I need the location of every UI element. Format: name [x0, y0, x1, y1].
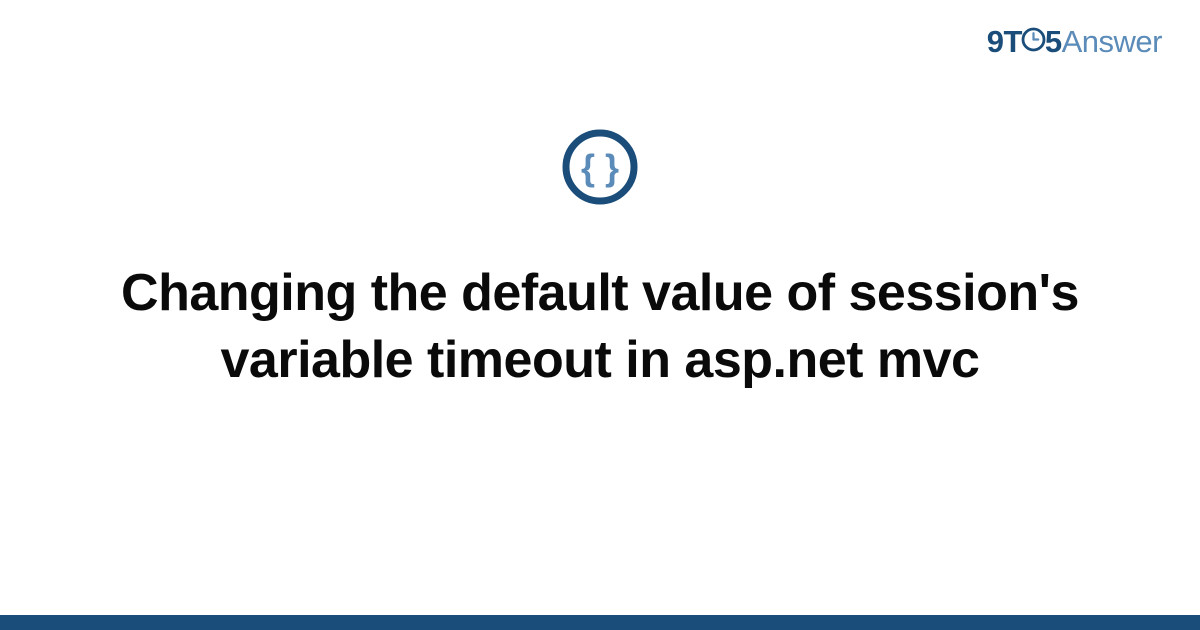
site-logo: 9T 5Answer	[987, 24, 1162, 62]
logo-t: T	[1003, 24, 1021, 59]
svg-text:{ }: { }	[581, 147, 619, 188]
footer-accent-bar	[0, 615, 1200, 630]
logo-nine: 9	[987, 24, 1004, 59]
code-braces-icon: { }	[561, 128, 639, 206]
clock-icon	[1021, 24, 1046, 60]
logo-five: 5	[1045, 24, 1062, 59]
logo-answer: Answer	[1062, 24, 1162, 59]
page-title: Changing the default value of session's …	[90, 260, 1110, 393]
